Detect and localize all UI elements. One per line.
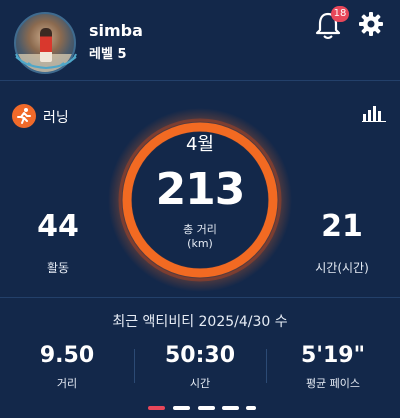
notification-badge: 18 bbox=[331, 6, 349, 22]
recent-pace-value: 5'19" bbox=[300, 343, 366, 368]
activities-label: 활동 bbox=[46, 261, 70, 275]
stat-separator bbox=[134, 349, 135, 383]
activity-type-label[interactable]: 러닝 bbox=[43, 107, 69, 127]
run-icon bbox=[12, 104, 36, 128]
header-divider bbox=[0, 80, 400, 81]
stat-separator bbox=[266, 349, 267, 383]
recent-time-label: 시간 bbox=[189, 377, 211, 390]
total-distance-value: 213 bbox=[155, 164, 246, 215]
activities-count: 44 bbox=[37, 209, 79, 244]
recent-activity-title[interactable]: 최근 액티비티 2025/4/30 수 bbox=[0, 311, 400, 331]
page-dot[interactable] bbox=[173, 406, 190, 410]
page-indicator bbox=[148, 406, 258, 412]
recent-distance-label: 거리 bbox=[56, 377, 78, 390]
user-level: 레벨 5 bbox=[89, 47, 127, 62]
page-dot[interactable] bbox=[246, 406, 256, 410]
recent-pace-label: 평균 페이스 bbox=[305, 377, 361, 390]
month-label: 4월 bbox=[185, 134, 214, 155]
recent-distance-value: 9.50 bbox=[39, 343, 95, 368]
page-dot[interactable] bbox=[148, 406, 165, 410]
username: simba bbox=[89, 21, 143, 40]
section-divider bbox=[0, 297, 400, 298]
hours-count: 21 bbox=[321, 209, 363, 244]
laurel-icon bbox=[15, 53, 77, 70]
stats-icon[interactable] bbox=[362, 104, 386, 122]
page-dot[interactable] bbox=[198, 406, 215, 410]
hours-label: 시간(시간) bbox=[315, 261, 369, 275]
page-dot[interactable] bbox=[222, 406, 239, 410]
recent-time-value: 50:30 bbox=[164, 343, 236, 368]
gear-icon[interactable] bbox=[358, 11, 384, 37]
